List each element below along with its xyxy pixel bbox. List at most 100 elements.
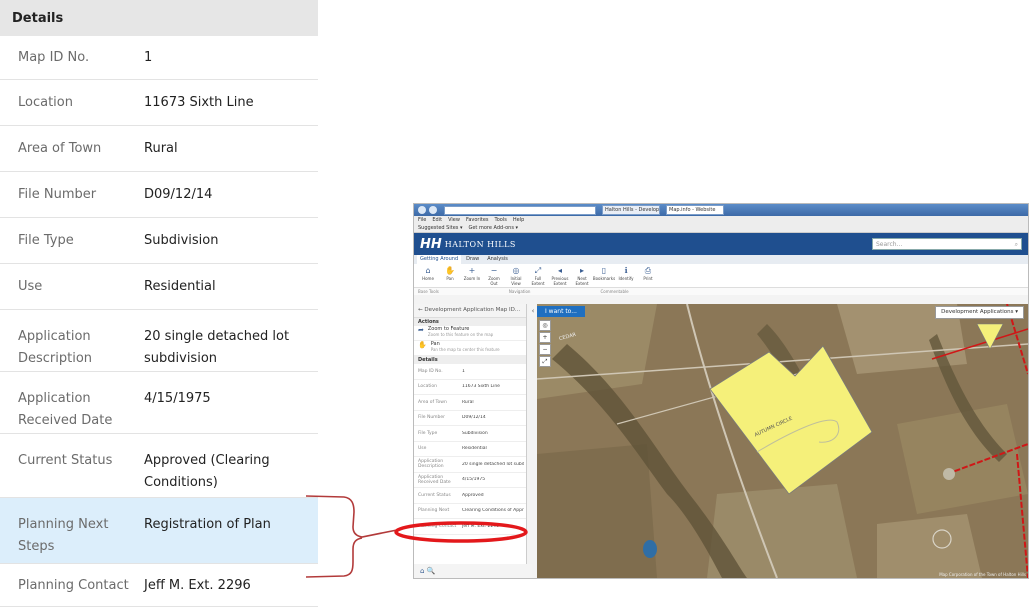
ribbon-group-label: Base Tools — [418, 289, 439, 294]
ribbon-group-label: Commentable — [600, 289, 629, 294]
back-icon[interactable] — [418, 206, 426, 214]
workarea: ← Development Application Map ID... Acti… — [414, 304, 1028, 578]
full-extent-map-icon[interactable]: ⤢ — [539, 356, 551, 367]
menu-item[interactable]: View — [448, 216, 460, 224]
tool-button[interactable]: + Zoom In — [462, 266, 482, 285]
panel-detail-value: 20 single detached lot subdivision — [462, 461, 524, 467]
panel-bottom-icons[interactable]: ⌂ 🔍 — [414, 564, 532, 578]
tool-button[interactable]: ◎ Initial View — [506, 266, 526, 286]
panel-detail-row: Application Received Date 4/15/1975 — [414, 473, 526, 488]
zoom-out-icon: − — [490, 266, 498, 275]
panel-detail-value: Approved — [462, 492, 484, 498]
tool-label: Pan — [446, 276, 454, 281]
favorites-bar: Suggested Sites ▾ Get more Add-ons ▾ — [414, 224, 1028, 233]
search-icon[interactable]: ⌕ — [1015, 239, 1018, 249]
tool-label: Full Extent — [531, 276, 545, 286]
print-icon: ⎙ — [644, 266, 652, 275]
aerial-map — [537, 304, 1028, 578]
full-extent-icon: ⤢ — [534, 266, 542, 275]
menu-item[interactable]: File — [418, 216, 426, 224]
details-header: Details — [0, 0, 318, 36]
panel-action[interactable]: ✋ Pan Pan the map to center this feature — [414, 341, 526, 356]
panel-detail-label: File Type — [418, 430, 438, 436]
tab-getting-around[interactable]: Getting Around — [417, 255, 462, 264]
tab-draw[interactable]: Draw — [463, 255, 482, 264]
detail-label: Planning Contact — [18, 578, 129, 593]
tab-analysis[interactable]: Analysis — [484, 255, 511, 264]
tool-button[interactable]: ⤢ Full Extent — [528, 266, 548, 286]
panel-detail-value: 1 — [462, 368, 465, 374]
panel-detail-value: Residential — [462, 446, 487, 452]
panel-title[interactable]: ← Development Application Map ID... — [414, 304, 526, 318]
ribbon-toolbar: ⌂ Home ✋ Pan + Zoom In − Zoom Out ◎ Initial View ⤢… — [414, 264, 1028, 288]
panel-detail-row: Application Description 20 single detache… — [414, 457, 526, 473]
panel-detail-row: Map ID No. 1 — [414, 364, 526, 380]
ribbon-tabs: Getting Around Draw Analysis — [414, 255, 1028, 264]
zoom-out-map-icon[interactable]: − — [539, 344, 551, 355]
detail-label: Map ID No. — [18, 50, 90, 65]
bookmarks-icon: ▯ — [601, 266, 607, 275]
detail-row: Planning Next Steps Registration of Plan — [0, 498, 318, 564]
action-text: Pan Pan the map to center this feature — [431, 341, 500, 352]
ribbon-group-label: Navigation — [508, 289, 531, 294]
logo-mark: HH — [420, 236, 442, 252]
locate-icon[interactable]: ◎ — [539, 320, 551, 331]
zoom-in-map-icon[interactable]: + — [539, 332, 551, 343]
browser-tab[interactable]: Halton Hills - Development Ap... — [602, 205, 660, 215]
panel-detail-label: Use — [418, 446, 427, 452]
detail-row: Area of Town Rural — [0, 126, 318, 172]
tool-label: Previous Extent — [551, 276, 569, 286]
forward-icon[interactable] — [429, 206, 437, 214]
collapse-panel-icon[interactable]: ‹ — [529, 306, 537, 316]
browser-menubar: File Edit View Favorites Tools Help — [414, 216, 1028, 224]
menu-item[interactable]: Edit — [432, 216, 442, 224]
panel-detail-value: Jeff M. Ext. 2296 — [462, 523, 499, 529]
tool-button[interactable]: ▸ Next Extent — [572, 266, 592, 286]
favorites-item[interactable]: Suggested Sites ▾ — [418, 224, 462, 232]
panel-details-header: Details — [414, 356, 526, 364]
map-view[interactable]: I want to... Development Applications ▾ … — [537, 304, 1028, 578]
pan-icon: ✋ — [445, 266, 455, 275]
tool-button[interactable]: ◂ Previous Extent — [550, 266, 570, 286]
tool-button[interactable]: ⌂ Home — [418, 266, 438, 285]
panel-detail-label: Application Received Date — [418, 474, 451, 485]
tool-label: Initial View — [510, 276, 522, 286]
feature-details-panel: ← Development Application Map ID... Acti… — [414, 304, 532, 578]
tool-button[interactable]: ✋ Pan — [440, 266, 460, 285]
action-text: Zoom to Feature Zoom to this feature on t… — [428, 326, 493, 337]
panel-detail-row: Planning Contact Jeff M. Ext. 2296 — [414, 519, 526, 535]
panel-action[interactable]: ➦ Zoom to Feature Zoom to this feature on … — [414, 326, 526, 341]
app-header: HH HALTON HILLS Search... ⌕ — [414, 233, 1028, 255]
tool-label: Next Extent — [575, 276, 589, 286]
detail-value: 4/15/1975 — [144, 391, 211, 406]
detail-value: Rural — [144, 141, 178, 156]
panel-detail-row: File Type Subdivision — [414, 426, 526, 442]
menu-item[interactable]: Favorites — [466, 216, 489, 224]
detail-label: Use — [18, 279, 43, 294]
menu-item[interactable]: Tools — [495, 216, 507, 224]
map-copyright: Map Corporation of the Town of Halton Hi… — [939, 572, 1026, 577]
detail-value: 1 — [144, 50, 153, 65]
detail-value: Subdivision — [144, 233, 219, 248]
browser-tab-active[interactable]: Map.info - Website — [666, 205, 724, 215]
i-want-to-button[interactable]: I want to... — [537, 306, 585, 317]
home-icon: ⌂ — [425, 266, 431, 275]
detail-value: Residential — [144, 279, 216, 294]
tool-button[interactable]: ▯ Bookmarks — [593, 266, 615, 285]
search-input[interactable]: Search... ⌕ — [872, 238, 1022, 250]
action-subtext: Zoom to this feature on the map — [427, 332, 494, 337]
favorites-item[interactable]: Get more Add-ons ▾ — [468, 224, 518, 232]
detail-label: Application Received Date — [18, 391, 113, 428]
layer-dropdown[interactable]: Development Applications ▾ — [935, 306, 1024, 319]
tool-button[interactable]: ℹ Identify — [616, 266, 636, 285]
tool-label: Zoom Out — [488, 276, 500, 286]
panel-detail-row: Location 11673 Sixth Line — [414, 380, 526, 395]
detail-value: 20 single detached lot subdivision — [144, 329, 290, 366]
menu-item[interactable]: Help — [513, 216, 524, 224]
tool-button[interactable]: − Zoom Out — [484, 266, 504, 286]
detail-value: Approved (Clearing Conditions) — [144, 453, 270, 490]
tool-button[interactable]: ⎙ Print — [638, 266, 658, 285]
detail-row: Application Received Date 4/15/1975 — [0, 372, 318, 434]
address-bar[interactable] — [444, 205, 596, 215]
next-extent-icon: ▸ — [579, 266, 584, 275]
